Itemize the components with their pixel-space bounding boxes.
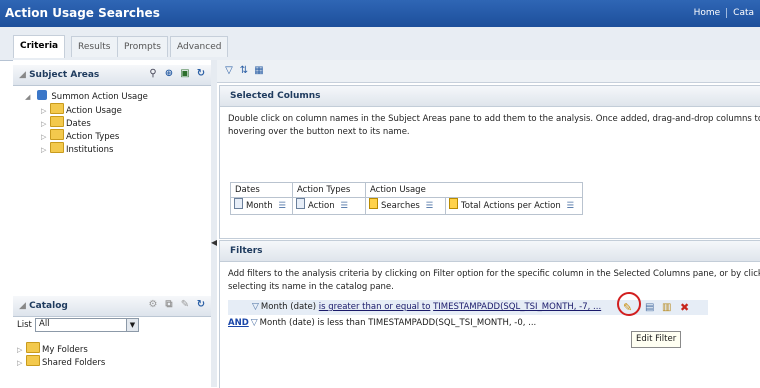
home-link[interactable]: Home (688, 8, 727, 18)
tab-criteria[interactable]: Criteria (13, 35, 66, 58)
filter-funnel-icon: ▽ (250, 318, 258, 328)
expand-triangle-icon: ▷ (41, 146, 47, 154)
filters-title: Filters (230, 246, 263, 256)
filter-column: Month (date) (259, 318, 315, 328)
tree-item-action-usage[interactable]: ▷ Action Usage (41, 103, 122, 116)
column-options-icon[interactable]: ☰ (566, 201, 574, 211)
filter-funnel-icon: ▽ (252, 302, 259, 312)
filter-row[interactable]: AND ▽ Month (date) is less than TIMESTAMPA… (228, 316, 536, 331)
folder-icon (50, 116, 64, 127)
filter-options-icon[interactable]: ⊕ (163, 68, 175, 80)
catalog-link[interactable]: Cata (726, 8, 760, 18)
catalog-header: ◢ Catalog ⚙ ⧉ ✎ ↻ (13, 296, 211, 317)
filter-value[interactable]: TIMESTAMPADD(SQL_TSI_MONTH, -7, ... (433, 302, 601, 312)
left-pane: ◢ Subject Areas ⚲ ⊕ ▣ ↻ ◢ Summon Action … (13, 60, 212, 387)
column-month[interactable]: Month ☰ (231, 198, 293, 214)
expand-triangle-icon: ▷ (17, 359, 23, 367)
tree-root[interactable]: ◢ Summon Action Usage (25, 90, 148, 102)
subject-areas-header: ◢ Subject Areas ⚲ ⊕ ▣ ↻ (13, 65, 211, 86)
subject-areas-title: Subject Areas (29, 70, 100, 80)
column-group-header: Action Types (293, 183, 366, 197)
add-subject-area-icon[interactable]: ▣ (179, 68, 191, 80)
selected-columns-header: Selected Columns (220, 86, 760, 107)
sort-icon[interactable]: ⇅ (238, 65, 250, 77)
folder-icon (26, 355, 40, 366)
tree-item-institutions[interactable]: ▷ Institutions (41, 142, 113, 155)
selected-columns-description: Double click on column names in the Subj… (228, 114, 760, 137)
catalog-item-my-folders[interactable]: ▷ My Folders (17, 342, 88, 355)
chevron-down-icon[interactable]: ▼ (126, 319, 138, 331)
selected-columns-title: Selected Columns (230, 91, 321, 101)
tree-item-action-types[interactable]: ▷ Action Types (41, 129, 119, 142)
column-options-icon[interactable]: ☰ (340, 201, 348, 211)
tab-advanced[interactable]: Advanced (170, 36, 229, 57)
page-title: Action Usage Searches (5, 6, 160, 20)
table-icon[interactable]: ▦ (253, 65, 265, 77)
attribute-column-icon (234, 198, 243, 209)
expanded-triangle-icon: ◢ (25, 93, 31, 101)
refresh-icon[interactable]: ↻ (195, 299, 207, 311)
selected-columns-section: Selected Columns Double click on column … (219, 85, 760, 239)
list-label: List (17, 320, 32, 330)
title-bar: Action Usage Searches Home Cata (0, 0, 760, 27)
folder-icon (50, 103, 64, 114)
column-searches[interactable]: Searches ☰ (366, 198, 446, 214)
column-total-actions[interactable]: Total Actions per Action ☰ (446, 198, 582, 214)
collapse-icon[interactable]: ◢ (19, 301, 26, 311)
list-select-value: All (39, 319, 50, 329)
properties-icon[interactable]: ⚙ (147, 299, 159, 311)
list-select[interactable]: All ▼ (35, 318, 139, 332)
collapse-icon[interactable]: ◢ (19, 70, 26, 80)
tree-root-label: Summon Action Usage (51, 92, 148, 102)
criteria-toolbar: ▽ ⇅ ▦ (217, 60, 760, 83)
and-connector[interactable]: AND (228, 318, 249, 328)
edit-icon[interactable]: ✎ (179, 299, 191, 311)
filters-section: Filters Add filters to the analysis crit… (219, 240, 760, 388)
paste-filter-icon[interactable]: ▥ (662, 300, 671, 315)
column-options-icon[interactable]: ☰ (278, 201, 286, 211)
filter-operator[interactable]: is greater than or equal to (319, 302, 431, 312)
measure-column-icon (449, 198, 458, 209)
measure-column-icon (369, 198, 378, 209)
delete-filter-icon[interactable]: ✖ (680, 300, 689, 315)
column-options-icon[interactable]: ☰ (426, 201, 434, 211)
tree-item-dates[interactable]: ▷ Dates (41, 116, 91, 129)
subject-area-icon (36, 90, 47, 100)
folder-icon (50, 129, 64, 140)
copy-filter-icon[interactable]: ▤ (645, 300, 654, 315)
refresh-icon[interactable]: ↻ (195, 68, 207, 80)
attribute-column-icon (296, 198, 305, 209)
edit-filter-tooltip: Edit Filter (631, 331, 682, 348)
filter-value[interactable]: TIMESTAMPADD(SQL_TSI_MONTH, -0, ... (368, 318, 536, 328)
top-nav: Home Cata (688, 8, 760, 18)
filter-operator[interactable]: is less than (318, 318, 366, 328)
tab-prompts[interactable]: Prompts (117, 36, 168, 57)
filter-icon[interactable]: ▽ (223, 65, 235, 77)
column-group-header: Dates (231, 183, 293, 197)
filters-description: Add filters to the analysis criteria by … (228, 269, 760, 292)
filter-column: Month (date) (260, 302, 317, 312)
column-group-header: Action Usage (370, 185, 426, 195)
folder-icon (50, 142, 64, 153)
catalog-title: Catalog (29, 301, 68, 311)
folder-icon (26, 342, 40, 353)
highlight-circle (617, 292, 641, 316)
tab-results[interactable]: Results (71, 36, 118, 57)
tab-bar: Criteria Results Prompts Advanced (0, 27, 760, 61)
filters-header: Filters (220, 241, 760, 262)
selected-columns-table: Dates Action Types Action Usage Month ☰ … (230, 182, 583, 215)
column-action[interactable]: Action ☰ (293, 198, 366, 214)
catalog-list-row: List All ▼ (17, 318, 139, 332)
view-icon[interactable]: ⧉ (163, 299, 175, 311)
search-icon[interactable]: ⚲ (147, 68, 159, 80)
catalog-item-shared-folders[interactable]: ▷ Shared Folders (17, 355, 105, 368)
